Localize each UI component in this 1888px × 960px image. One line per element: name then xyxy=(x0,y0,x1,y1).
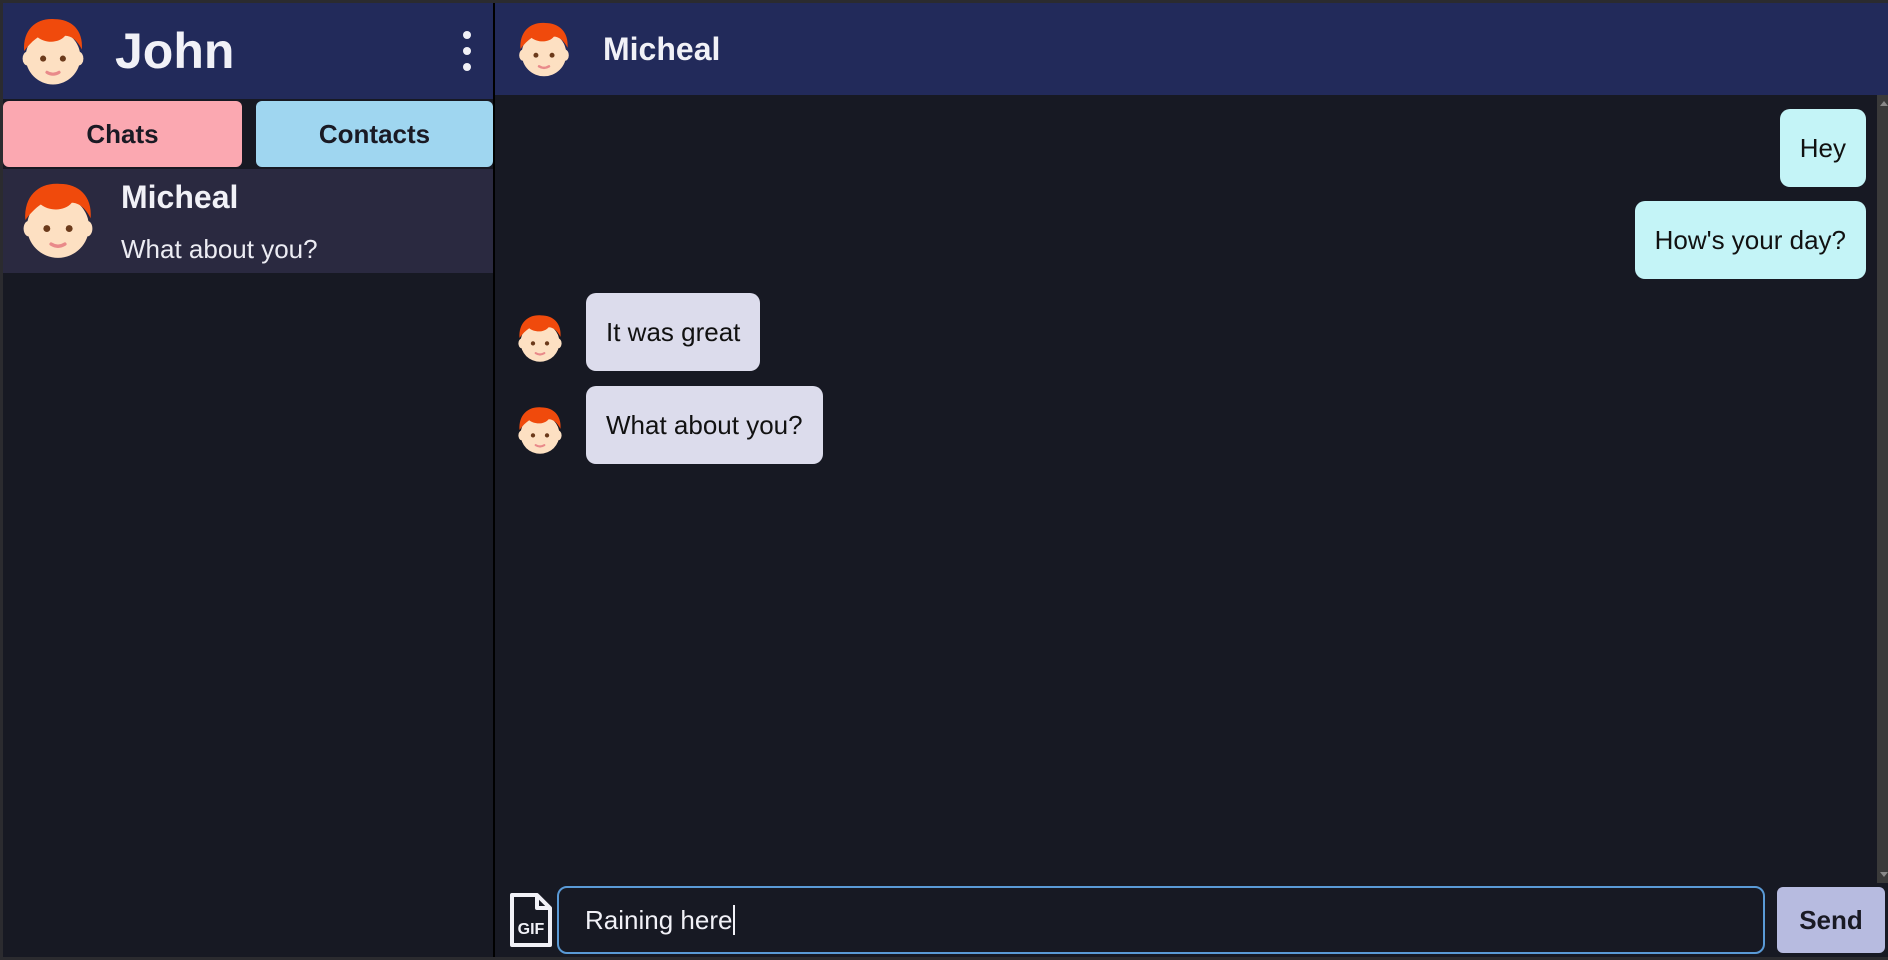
user-name: John xyxy=(115,23,235,79)
chat-item-name: Micheal xyxy=(121,179,239,215)
scroll-down-arrow-icon[interactable] xyxy=(1880,872,1888,877)
scroll-up-arrow-icon[interactable] xyxy=(1880,101,1888,106)
message-composer: GIF Raining here Send xyxy=(495,883,1888,957)
message-bubble-outgoing: Hey xyxy=(1779,109,1866,187)
message-input[interactable]: Raining here xyxy=(557,886,1765,954)
conversation-contact-name: Micheal xyxy=(603,30,721,67)
message-area[interactable]: Hey How's your day? It was great What ab… xyxy=(495,95,1888,883)
user-header: John xyxy=(3,3,493,99)
send-button[interactable]: Send xyxy=(1777,887,1885,953)
message-bubble-outgoing: How's your day? xyxy=(1634,201,1866,279)
message-input-value: Raining here xyxy=(585,904,733,935)
tab-bar: Chats Contacts xyxy=(3,99,493,169)
contact-avatar[interactable] xyxy=(513,18,575,80)
tab-chats[interactable]: Chats xyxy=(3,101,242,167)
chat-list-item[interactable]: Micheal What about you? xyxy=(3,169,493,273)
left-panel: John Chats Contacts Micheal What about y… xyxy=(3,3,495,957)
conversation-panel: Micheal Hey How's your day? It was great… xyxy=(495,3,1888,957)
text-caret xyxy=(733,905,736,935)
contact-avatar xyxy=(513,309,567,367)
message-scrollbar[interactable] xyxy=(1877,95,1888,883)
contact-avatar xyxy=(15,177,101,263)
gif-label: GIF xyxy=(518,921,545,938)
tab-contacts[interactable]: Contacts xyxy=(256,101,493,167)
chat-item-preview: What about you? xyxy=(121,234,318,264)
message-bubble-incoming: It was great xyxy=(586,293,761,371)
contact-avatar xyxy=(513,401,567,459)
chat-item-meta: Micheal What about you? xyxy=(121,177,318,265)
gif-file-icon[interactable]: GIF xyxy=(509,892,553,948)
chat-app-window: John Chats Contacts Micheal What about y… xyxy=(0,0,1888,960)
kebab-menu-icon[interactable] xyxy=(457,31,477,71)
message-bubble-incoming: What about you? xyxy=(586,386,823,464)
user-avatar[interactable] xyxy=(15,13,91,89)
conversation-header: Micheal xyxy=(495,3,1888,95)
